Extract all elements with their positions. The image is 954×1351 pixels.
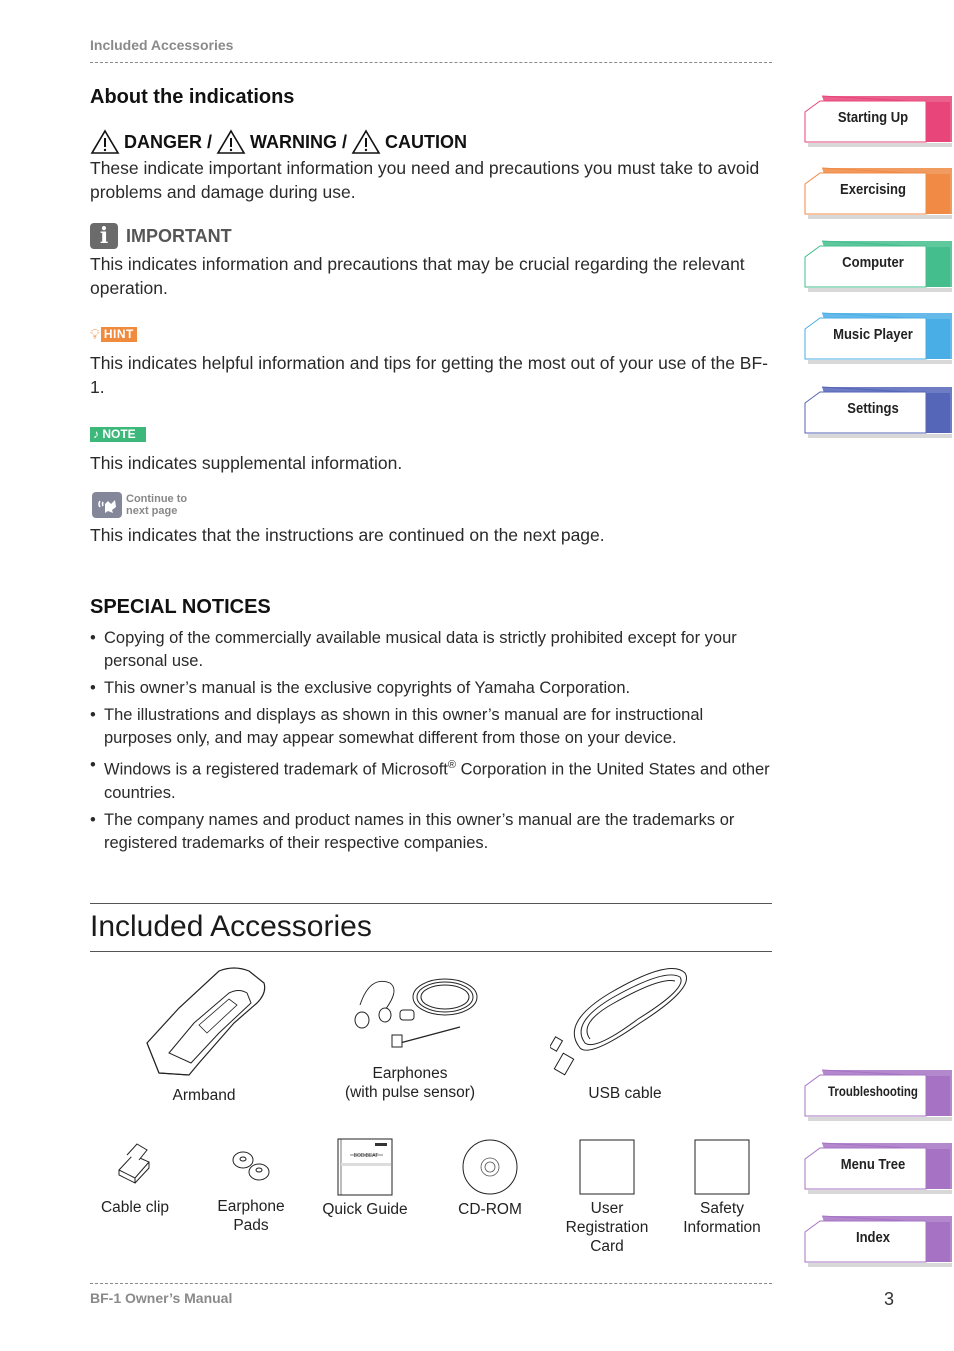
accessory-label-line: (with pulse sensor)	[344, 1084, 476, 1101]
side-tab-music-player[interactable]: Music Player	[804, 311, 952, 364]
accessory-label-line: Safety	[700, 1200, 744, 1217]
continue-badge: Continue to next page	[92, 492, 187, 518]
accessory-label-line: Information	[683, 1219, 761, 1236]
side-tab-settings[interactable]: Settings	[804, 385, 952, 438]
armband-illustration	[146, 967, 266, 1076]
note-badge: ♪ NOTE	[90, 427, 146, 442]
accessory-label: Cable clip	[100, 1199, 170, 1216]
important-description: This indicates information and precautio…	[90, 254, 745, 298]
accessory-safety-information: Safety Information	[672, 1139, 772, 1237]
warning-description: These indicate important information you…	[90, 158, 760, 202]
notice-item: The company names and product names in t…	[90, 809, 770, 855]
accessory-label: CD-ROM	[458, 1201, 522, 1218]
footer-manual-title: BF-1 Owner’s Manual	[90, 1290, 233, 1306]
caution-label: CAUTION	[385, 131, 468, 152]
notice-item: This owner’s manual is the exclusive cop…	[90, 677, 770, 700]
accessory-label-line: Earphones	[372, 1065, 448, 1082]
accessory-label: Armband	[172, 1087, 236, 1104]
page-number: 3	[884, 1289, 895, 1309]
caution-icon	[351, 129, 381, 154]
accessory-earphones: Earphones (with pulse sensor)	[330, 965, 490, 1102]
accessory-armband: Armband	[130, 963, 278, 1105]
accessory-label: User Registration Card	[557, 1199, 657, 1256]
warning-icon	[216, 129, 246, 154]
accessory-earphone-pads: Earphone Pads	[205, 1148, 297, 1235]
continue-label-line1: Continue to	[126, 493, 188, 505]
side-tab-label: Computer	[842, 255, 904, 271]
hint-label: HINT	[100, 327, 137, 342]
continue-next-page-icon	[92, 492, 122, 518]
lightbulb-icon: 💡︎	[90, 326, 100, 342]
side-tab-computer[interactable]: Computer	[804, 239, 952, 292]
important-info-icon: i	[90, 223, 118, 249]
accessory-label: Safety Information	[672, 1199, 772, 1237]
quick-guide-illustration: BODiBEAT	[337, 1138, 393, 1196]
accessory-usb-cable: USB cable	[545, 963, 705, 1103]
header-divider	[90, 62, 772, 63]
safety-info-illustration	[694, 1139, 750, 1195]
side-tab-label: Index	[855, 1230, 891, 1246]
side-tab-menu-tree[interactable]: Menu Tree	[804, 1141, 952, 1194]
earphone-pads-illustration	[232, 1151, 270, 1181]
usb-cable-illustration	[550, 968, 687, 1076]
notice-item: The illustrations and displays as shown …	[90, 704, 770, 750]
accessory-cd-rom: CD-ROM	[445, 1137, 535, 1219]
side-tab-label: Settings	[847, 401, 899, 417]
accessory-label-line: Earphone	[217, 1198, 285, 1215]
special-notices-list: Copying of the commercially available mu…	[90, 627, 770, 859]
continue-label: Continue to next page	[126, 493, 187, 517]
accessory-label-line: User	[590, 1200, 624, 1217]
continue-label-line2: next page	[126, 505, 178, 517]
special-notices-title: SPECIAL NOTICES	[90, 596, 271, 618]
registration-card-illustration	[579, 1139, 635, 1195]
warning-label: WARNING /	[250, 131, 348, 152]
cd-rom-illustration	[462, 1139, 518, 1195]
earphones-illustration	[354, 978, 478, 1048]
accessory-label-line: Card	[590, 1238, 624, 1255]
side-tab-label: Exercising	[839, 182, 907, 198]
warning-labels: DANGER / WARNING / CAUTION	[90, 129, 467, 155]
side-tab-label: Menu Tree	[840, 1157, 906, 1173]
note-description: This indicates supplemental information.	[90, 453, 403, 473]
accessory-label: Earphones (with pulse sensor)	[330, 1064, 490, 1102]
accessory-quick-guide: BODiBEAT Quick Guide	[315, 1137, 415, 1219]
side-tab-troubleshooting[interactable]: Troubleshooting	[804, 1068, 952, 1121]
notice-text: Windows is a registered trademark of Mic…	[104, 760, 448, 779]
accessory-label: USB cable	[588, 1085, 662, 1102]
danger-icon	[90, 129, 120, 154]
registered-mark: ®	[447, 759, 456, 771]
side-tab-label: Music Player	[833, 327, 913, 343]
accessory-cable-clip: Cable clip	[95, 1140, 175, 1217]
indications-title: About the indications	[90, 86, 295, 108]
side-tab-starting-up[interactable]: Starting Up	[804, 94, 952, 147]
section-top-rule	[90, 903, 772, 904]
cable-clip-illustration	[118, 1143, 150, 1184]
accessory-label-line: Registration	[565, 1219, 649, 1236]
side-tab-label: Starting Up	[837, 110, 909, 126]
hint-description: This indicates helpful information and t…	[90, 353, 768, 397]
side-tab-label: Troubleshooting	[828, 1084, 918, 1099]
hint-badge: 💡︎ HINT	[90, 327, 137, 342]
important-label-row: i IMPORTANT	[90, 223, 232, 249]
accessory-user-registration-card: User Registration Card	[557, 1139, 657, 1256]
svg-text:BODiBEAT: BODiBEAT	[354, 1153, 379, 1159]
danger-label: DANGER /	[124, 131, 213, 152]
continue-description: This indicates that the instructions are…	[90, 525, 605, 545]
section-bottom-rule	[90, 951, 772, 952]
accessory-label: Earphone Pads	[205, 1197, 297, 1235]
footer-divider	[90, 1283, 772, 1284]
notice-item: Windows is a registered trademark of Mic…	[90, 754, 770, 805]
accessories-title: Included Accessories	[90, 910, 372, 943]
notice-item: Copying of the commercially available mu…	[90, 627, 770, 673]
side-tab-index[interactable]: Index	[804, 1214, 952, 1267]
important-label: IMPORTANT	[126, 225, 232, 246]
side-tab-exercising[interactable]: Exercising	[804, 166, 952, 219]
accessory-label: Quick Guide	[322, 1201, 408, 1218]
accessory-label-line: Pads	[233, 1217, 269, 1234]
running-header: Included Accessories	[90, 37, 234, 53]
